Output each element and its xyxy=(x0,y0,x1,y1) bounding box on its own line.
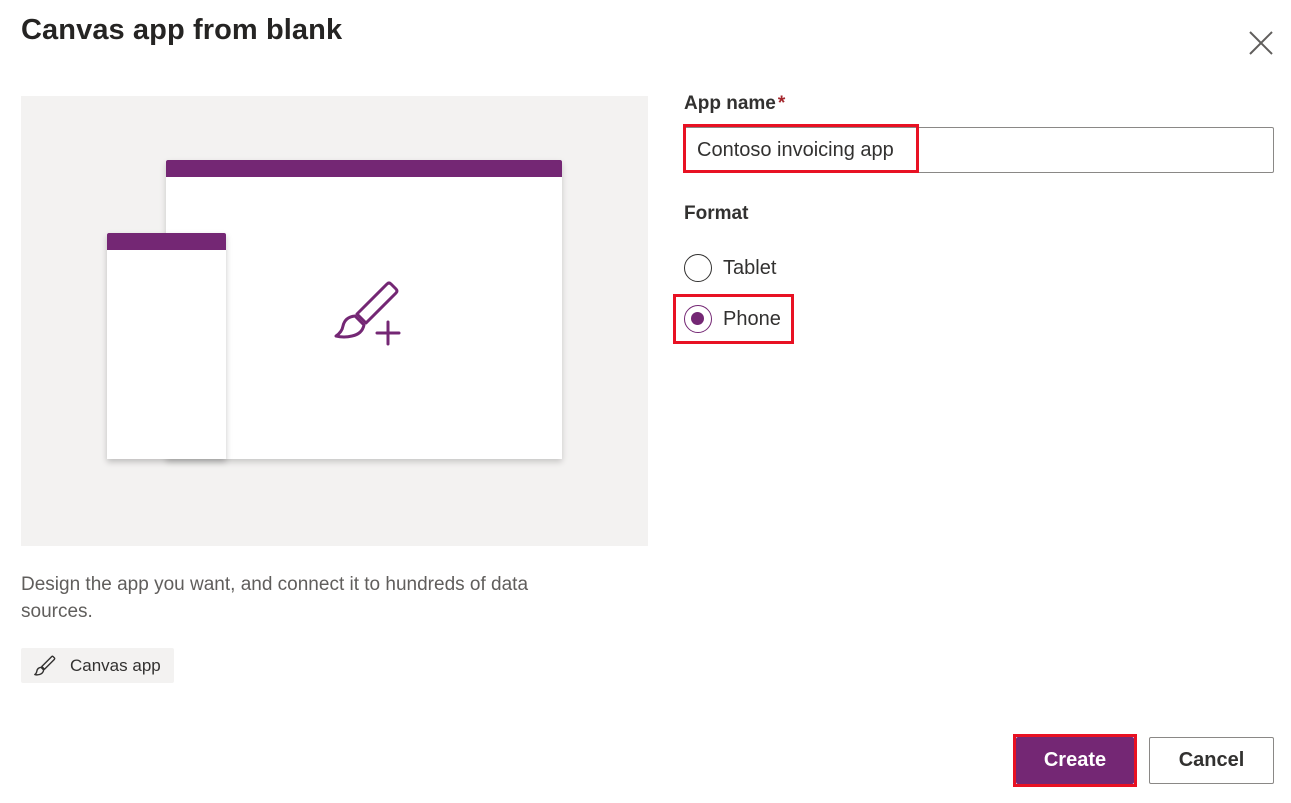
phone-header-bar xyxy=(107,233,226,250)
app-name-label: App name * xyxy=(684,93,785,115)
canvas-app-dialog: Canvas app from blank Design the app you… xyxy=(0,0,1291,803)
tablet-radio-label: Tablet xyxy=(723,256,777,279)
app-name-input[interactable] xyxy=(684,127,1274,173)
phone-radio[interactable] xyxy=(684,305,712,333)
cancel-button[interactable]: Cancel xyxy=(1149,737,1274,784)
format-option-tablet[interactable]: Tablet xyxy=(684,254,776,282)
phone-radio-label: Phone xyxy=(723,307,781,330)
close-icon xyxy=(1249,31,1273,55)
create-button[interactable]: Create xyxy=(1016,737,1134,784)
phone-layout-illustration xyxy=(107,233,226,459)
template-description: Design the app you want, and connect it … xyxy=(21,574,529,622)
dialog-title: Canvas app from blank xyxy=(21,14,343,46)
tablet-radio[interactable] xyxy=(684,254,712,282)
canvas-app-tag: Canvas app xyxy=(21,648,174,683)
close-button[interactable] xyxy=(1246,28,1276,58)
tablet-header-bar xyxy=(166,160,562,177)
app-name-label-text: App name xyxy=(684,93,776,114)
brush-icon xyxy=(34,655,56,676)
format-label: Format xyxy=(684,203,749,224)
app-preview-illustration xyxy=(21,96,648,546)
tag-label: Canvas app xyxy=(70,655,161,675)
format-option-phone[interactable]: Phone xyxy=(684,305,781,333)
brush-plus-icon xyxy=(334,281,401,346)
required-marker: * xyxy=(777,93,786,114)
